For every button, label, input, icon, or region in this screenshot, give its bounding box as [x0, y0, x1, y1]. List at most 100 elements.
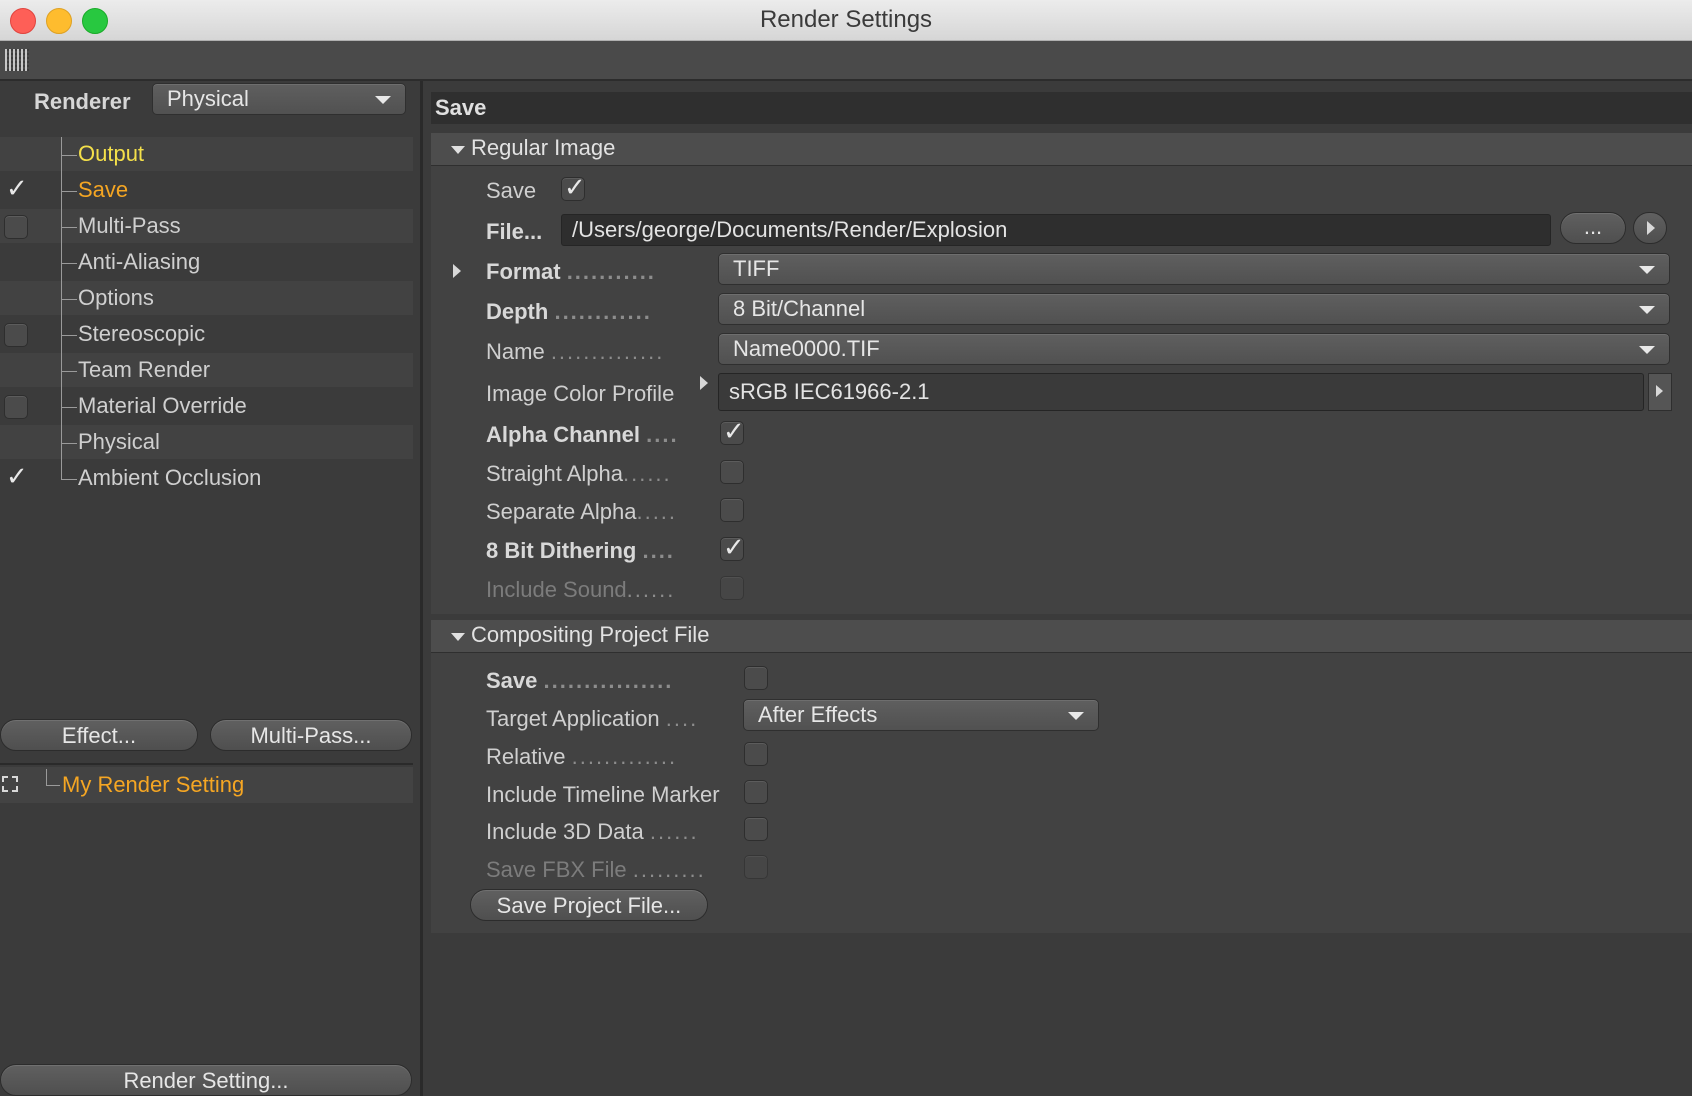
sound-dots: ......: [626, 577, 676, 602]
target-app-dropdown[interactable]: After Effects: [743, 699, 1099, 731]
expand-icon[interactable]: [2, 776, 18, 792]
renderer-label: Renderer: [34, 89, 131, 114]
renderer-dropdown[interactable]: Physical: [152, 83, 406, 115]
name-dropdown[interactable]: Name0000.TIF: [718, 333, 1670, 365]
alpha-dots: ....: [646, 422, 679, 447]
include-sound-checkbox[interactable]: [720, 576, 744, 600]
tree-item-output[interactable]: Output: [0, 137, 413, 173]
dithering-label: 8 Bit Dithering ....: [486, 538, 675, 564]
depth-dropdown[interactable]: 8 Bit/Channel: [718, 293, 1670, 325]
tree-item-checkbox[interactable]: [4, 215, 28, 239]
compositing-title: Compositing Project File: [471, 622, 710, 647]
tree-item-checkbox[interactable]: [4, 323, 28, 347]
format-dots: ...........: [566, 259, 656, 284]
depth-label: Depth ............: [486, 299, 652, 325]
timeline-marker-label: Include Timeline Marker: [486, 782, 720, 807]
tree-item-label: Save: [78, 177, 129, 202]
tree-line: [61, 461, 62, 479]
tree-line: [61, 335, 77, 336]
compositing-header[interactable]: Compositing Project File: [431, 620, 1692, 653]
tree-item-label: Output: [78, 141, 145, 166]
timeline-marker-checkbox[interactable]: [744, 780, 768, 804]
triangle-right-icon: [1647, 221, 1655, 235]
tree-item-ambient-occlusion[interactable]: Ambient Occlusion: [0, 461, 413, 495]
tree-line: [61, 407, 77, 408]
include-3d-label: Include 3D Data ......: [486, 819, 699, 845]
straight-alpha-text: Straight Alpha: [486, 461, 623, 486]
save-image-checkbox[interactable]: [561, 172, 586, 203]
tree-item-label: Ambient Occlusion: [78, 465, 262, 490]
save-fbx-checkbox[interactable]: [744, 855, 768, 879]
name-dots: ..............: [550, 339, 665, 364]
tree-item-label: Team Render: [78, 357, 211, 382]
comp-save-checkbox[interactable]: [744, 666, 768, 690]
save-project-file-button[interactable]: Save Project File...: [470, 889, 708, 921]
tree-item-physical[interactable]: Physical: [0, 425, 413, 461]
relative-checkbox[interactable]: [744, 742, 768, 766]
comp-save-text: Save: [486, 668, 538, 693]
render-setting-button[interactable]: Render Setting...: [0, 1064, 412, 1096]
chevron-down-icon: [451, 146, 465, 154]
color-profile-field[interactable]: sRGB IEC61966-2.1: [718, 373, 1644, 411]
separate-alpha-label: Separate Alpha.....: [486, 499, 677, 525]
tree-line: [61, 155, 77, 156]
name-label-text: Name: [486, 339, 545, 364]
regular-image-header[interactable]: Regular Image: [431, 133, 1692, 166]
depth-dots: ............: [554, 299, 652, 324]
tree-item-multi-pass[interactable]: Multi-Pass: [0, 209, 413, 245]
format-expand-icon[interactable]: [453, 264, 461, 278]
tree-line: [61, 227, 77, 228]
renderer-value: Physical: [167, 86, 249, 111]
render-setting-name: My Render Setting: [62, 772, 245, 797]
tree-item-team-render[interactable]: Team Render: [0, 353, 413, 389]
depth-label-text: Depth: [486, 299, 549, 324]
tree-item-material-override[interactable]: Material Override: [0, 389, 413, 425]
tree-item-anti-aliasing[interactable]: Anti-Aliasing: [0, 245, 413, 281]
chevron-down-icon: [1639, 266, 1655, 274]
dithering-checkbox[interactable]: [720, 532, 745, 563]
straight-alpha-checkbox[interactable]: [720, 460, 744, 484]
triangle-right-icon: [1656, 385, 1663, 397]
alpha-channel-checkbox[interactable]: [720, 416, 745, 447]
tree-line: [61, 299, 77, 300]
render-setting-row[interactable]: My Render Setting: [0, 767, 413, 803]
tree-item-stereoscopic[interactable]: Stereoscopic: [0, 317, 413, 353]
separate-alpha-checkbox[interactable]: [720, 498, 744, 522]
color-profile-expand-icon[interactable]: [700, 376, 708, 390]
include-3d-checkbox[interactable]: [744, 817, 768, 841]
format-label: Format ...........: [486, 259, 656, 285]
target-app-label: Target Application ....: [486, 706, 698, 732]
comp-save-dots: ................: [543, 668, 674, 693]
effect-button[interactable]: Effect...: [0, 719, 198, 751]
multipass-button[interactable]: Multi-Pass...: [210, 719, 412, 751]
page-title: Save: [435, 95, 487, 120]
alpha-channel-text: Alpha Channel: [486, 422, 641, 447]
tree-item-checkbox[interactable]: [4, 395, 28, 419]
left-panel: Renderer Physical Output Save Multi-Pass An…: [0, 81, 423, 1096]
separate-alpha-text: Separate Alpha: [486, 499, 637, 524]
color-profile-label: Image Color Profile: [486, 381, 675, 406]
tree-line: [46, 769, 47, 785]
file-options-button[interactable]: [1633, 212, 1667, 244]
alpha-channel-label: Alpha Channel ....: [486, 422, 679, 448]
tree-item-label: Options: [78, 285, 154, 310]
target-app-text: Target Application: [486, 706, 660, 731]
dithering-text: 8 Bit Dithering: [486, 538, 637, 563]
file-path-input[interactable]: /Users/george/Documents/Render/Explosion: [561, 214, 1551, 246]
format-dropdown[interactable]: TIFF: [718, 253, 1670, 285]
target-dots: ....: [665, 706, 699, 731]
chevron-down-icon: [451, 633, 465, 641]
browse-button[interactable]: ...: [1560, 212, 1626, 244]
regular-image-title: Regular Image: [471, 135, 616, 160]
tree-line: [46, 785, 60, 786]
tree-item-save[interactable]: Save: [0, 173, 413, 209]
tree-item-checkbox[interactable]: [4, 461, 28, 492]
format-value: TIFF: [733, 256, 780, 281]
tree-line: [61, 443, 77, 444]
tree-item-checkbox[interactable]: [4, 173, 28, 204]
color-profile-arrow-button[interactable]: [1648, 373, 1672, 411]
tree-item-options[interactable]: Options: [0, 281, 413, 317]
toolbar: [0, 41, 1692, 81]
grid-handle-icon[interactable]: [5, 49, 29, 71]
relative-text: Relative: [486, 744, 566, 769]
